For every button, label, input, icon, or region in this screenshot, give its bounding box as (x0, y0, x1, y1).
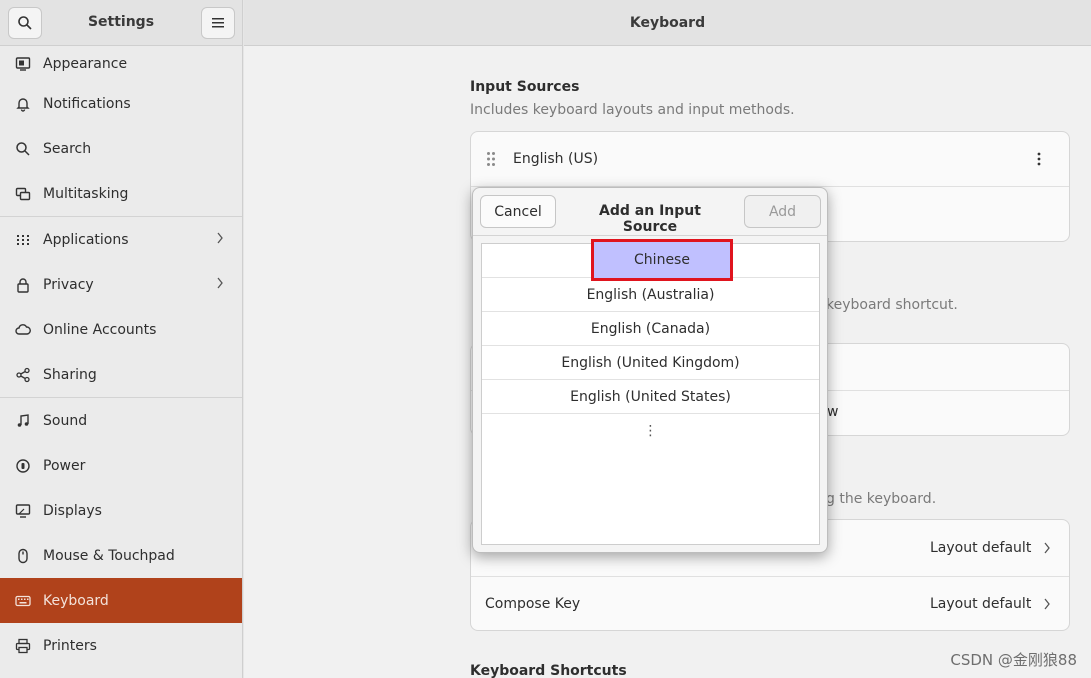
row-value: Layout default (930, 596, 1032, 612)
sidebar-item-keyboard[interactable]: Keyboard (0, 578, 242, 623)
sidebar-item-label: Sound (43, 412, 88, 429)
sidebar-item-sound[interactable]: Sound (0, 398, 242, 443)
add-button[interactable]: Add (744, 195, 821, 228)
settings-sidebar: Settings Appearance Notifications Search… (0, 0, 243, 678)
sidebar-item-label: Keyboard (43, 592, 109, 609)
mouse-icon (14, 547, 32, 565)
input-source-label: English (US) (513, 151, 599, 167)
input-sources-subtitle: Includes keyboard layouts and input meth… (470, 102, 795, 118)
sidebar-item-applications[interactable]: Applications (0, 217, 242, 262)
sidebar-item-label: Mouse & Touchpad (43, 547, 175, 564)
sidebar-item-label: Appearance (43, 55, 128, 72)
language-label: English (United States) (570, 388, 731, 405)
language-list: Chinese English (Australia) English (Can… (481, 239, 820, 545)
sidebar-item-printers[interactable]: Printers (0, 623, 242, 668)
sidebar-item-label: Notifications (43, 95, 131, 112)
language-row[interactable]: English (Canada) (482, 312, 819, 346)
sidebar-item-privacy[interactable]: Privacy (0, 262, 242, 307)
language-row-chinese[interactable]: Chinese (482, 239, 819, 281)
language-row[interactable]: English (United States) (482, 380, 819, 414)
bell-icon (14, 95, 32, 113)
selected-highlight[interactable]: Chinese (591, 239, 733, 281)
page-title: Keyboard (244, 0, 1091, 46)
drag-handle-icon[interactable] (486, 151, 496, 171)
power-icon (14, 457, 32, 475)
chevron-right-icon (216, 276, 224, 294)
sidebar-item-sharing[interactable]: Sharing (0, 352, 242, 397)
sidebar-item-multitasking[interactable]: Multitasking (0, 171, 242, 216)
sidebar-item-label: Search (43, 140, 92, 157)
sidebar-item-online-accounts[interactable]: Online Accounts (0, 307, 242, 352)
sidebar-item-label: Power (43, 457, 86, 474)
shortcut-hint-text: keyboard shortcut. (826, 297, 958, 313)
language-row[interactable]: English (Australia) (482, 278, 819, 312)
sidebar-item-mouse-touchpad[interactable]: Mouse & Touchpad (0, 533, 242, 578)
sidebar-item-notifications[interactable]: Notifications (0, 81, 242, 126)
language-row[interactable]: English (United Kingdom) (482, 346, 819, 380)
lock-icon (14, 276, 32, 294)
display-icon (14, 502, 32, 520)
sidebar-item-search[interactable]: Search (0, 126, 242, 171)
share-icon (14, 366, 32, 384)
sidebar-item-displays[interactable]: Displays (0, 488, 242, 533)
compose-key-row[interactable]: Compose Key Layout default (471, 576, 1069, 630)
printer-icon (14, 637, 32, 655)
keyboard-hint-text: g the keyboard. (826, 491, 937, 507)
sidebar-item-power[interactable]: Power (0, 443, 242, 488)
row-label: Compose Key (485, 596, 581, 612)
more-options-icon[interactable] (1037, 151, 1041, 171)
sidebar-item-appearance[interactable]: Appearance (0, 46, 242, 81)
dialog-title: Add an Input Source (599, 203, 701, 235)
search-icon (14, 140, 32, 158)
sidebar-item-label: Applications (43, 231, 129, 248)
sidebar-item-label: Multitasking (43, 185, 129, 202)
sidebar-item-label: Displays (43, 502, 102, 519)
chevron-right-icon (1043, 597, 1051, 615)
more-vertical-icon: ⋮ (643, 423, 658, 439)
add-input-source-dialog: Cancel Add an Input Source Add Chinese E… (472, 187, 828, 553)
language-label: English (Australia) (586, 286, 715, 303)
cancel-button[interactable]: Cancel (480, 195, 556, 228)
watermark: CSDN @金刚狼88 (950, 651, 1077, 669)
keyboard-icon (14, 592, 32, 610)
chevron-right-icon (216, 231, 224, 249)
apps-grid-icon (14, 231, 32, 249)
row-value: Layout default (930, 540, 1032, 556)
music-note-icon (14, 412, 32, 430)
chevron-right-icon (1043, 541, 1051, 559)
sidebar-menu-button[interactable] (201, 7, 235, 39)
window-option-fragment: w (827, 404, 839, 420)
sidebar-item-label: Sharing (43, 366, 97, 383)
more-languages-row[interactable]: ⋮ (482, 414, 819, 448)
language-label: English (United Kingdom) (561, 354, 740, 371)
language-label: English (Canada) (590, 320, 711, 337)
sidebar-nav: Appearance Notifications Search Multitas… (0, 46, 242, 668)
sidebar-item-label: Printers (43, 637, 97, 654)
input-sources-title: Input Sources (470, 79, 580, 95)
sidebar-item-label: Privacy (43, 276, 94, 293)
cloud-icon (14, 321, 32, 339)
language-label: Chinese (634, 252, 690, 268)
sidebar-item-label: Online Accounts (43, 321, 157, 338)
appearance-icon (14, 55, 32, 73)
hamburger-menu-icon (212, 18, 224, 28)
sidebar-header: Settings (0, 0, 242, 46)
input-source-row[interactable]: English (US) (471, 132, 1069, 186)
keyboard-shortcuts-title: Keyboard Shortcuts (470, 663, 627, 678)
multitasking-icon (14, 185, 32, 203)
dialog-header: Cancel Add an Input Source Add (473, 188, 827, 236)
